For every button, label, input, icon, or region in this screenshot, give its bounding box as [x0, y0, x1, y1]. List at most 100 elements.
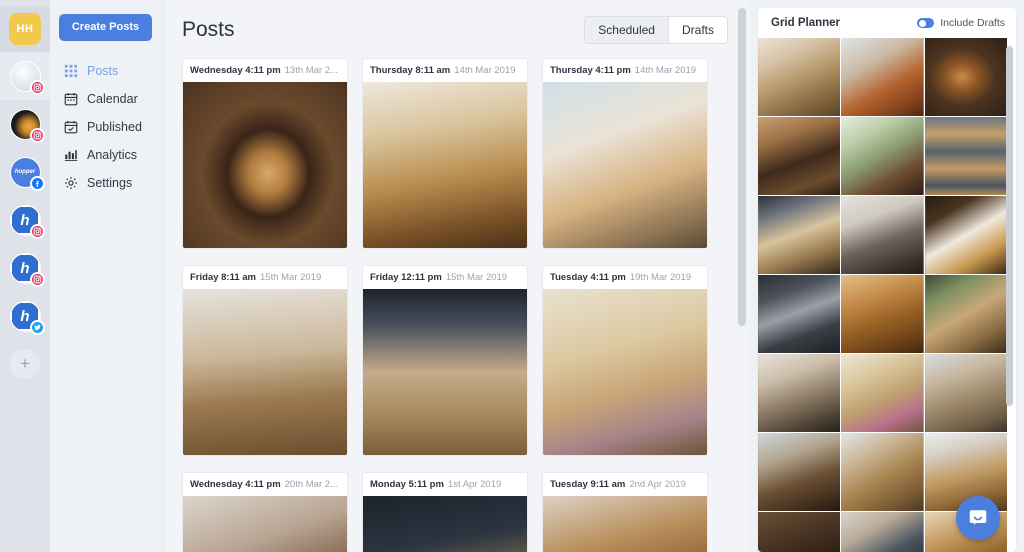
account-icon-1[interactable] [0, 52, 50, 100]
account-photo-1 [9, 60, 45, 95]
posts-grid: Wednesday 4:11 pm 13th Mar 2... Thursday 8… [165, 52, 734, 552]
post-card[interactable]: Friday 8:11 am 15th Mar 2019 [182, 265, 348, 456]
post-image[interactable] [183, 496, 347, 552]
post-card[interactable]: Wednesday 4:11 pm 20th Mar 2... [182, 472, 348, 552]
posts-scrollbar-thumb[interactable] [738, 8, 746, 326]
sidebar-item-published[interactable]: Published [50, 113, 164, 141]
post-date: 19th Mar 2019 [629, 272, 692, 283]
sidebar-item-label: Analytics [87, 148, 138, 162]
grid-planner-cell[interactable] [841, 117, 924, 195]
grid-planner-scrollbar[interactable] [1006, 46, 1013, 518]
post-card[interactable]: Thursday 4:11 pm 14th Mar 2019 [542, 58, 708, 249]
account-photo-2 [9, 108, 45, 143]
post-image[interactable] [183, 289, 347, 455]
grid-planner-cell[interactable] [924, 196, 1007, 274]
account-photo-5: h [9, 252, 45, 287]
grid-planner-cell[interactable] [841, 38, 924, 116]
toggle-switch-icon[interactable] [917, 18, 935, 28]
sidebar-item-calendar[interactable]: Calendar [50, 85, 164, 113]
sidebar-item-label: Settings [87, 176, 133, 190]
grid-planner-grid [758, 38, 1016, 552]
grid-planner-cell[interactable] [758, 117, 841, 195]
sidebar-item-settings[interactable]: Settings [50, 169, 164, 197]
grid-planner-cell[interactable] [841, 512, 924, 552]
post-day-time: Friday 8:11 am [190, 272, 257, 283]
post-day-time: Monday 5:11 pm [370, 479, 444, 490]
post-card[interactable]: Monday 5:11 pm 1st Apr 2019 [362, 472, 528, 552]
post-card-header: Tuesday 4:11 pm 19th Mar 2019 [543, 266, 707, 289]
post-card[interactable]: Wednesday 4:11 pm 13th Mar 2... [182, 58, 348, 249]
grid-planner-cell[interactable] [758, 512, 841, 552]
post-date: 2nd Apr 2019 [629, 479, 686, 490]
grid-planner-pane: Grid Planner Include Drafts [750, 0, 1024, 552]
grid-planner-scrollbar-thumb[interactable] [1006, 46, 1013, 406]
post-card-header: Tuesday 9:11 am 2nd Apr 2019 [543, 473, 707, 496]
account-icon-3[interactable]: hopper [0, 148, 50, 196]
workspace-avatar-cell[interactable]: HH [0, 6, 50, 52]
grid-planner-cell[interactable] [924, 38, 1007, 116]
post-date: 14th Mar 2019 [454, 65, 516, 76]
post-status-tabs: Scheduled Drafts [584, 16, 728, 44]
post-image[interactable] [183, 82, 347, 248]
grid-planner-cell[interactable] [841, 433, 924, 511]
grid-planner-cell[interactable] [924, 275, 1007, 353]
sidebar-item-label: Calendar [87, 92, 138, 106]
post-image[interactable] [363, 289, 527, 455]
chat-widget-button[interactable] [956, 496, 1000, 540]
grid-planner-cell[interactable] [758, 38, 841, 116]
post-day-time: Wednesday 4:11 pm [190, 65, 281, 76]
account-photo-4: h [9, 204, 45, 239]
sidebar-item-posts[interactable]: Posts [50, 57, 164, 85]
include-drafts-toggle[interactable]: Include Drafts [917, 17, 1005, 29]
grid-planner-cell[interactable] [924, 354, 1007, 432]
include-drafts-label: Include Drafts [940, 17, 1005, 29]
grid-planner-cell[interactable] [841, 354, 924, 432]
account-icon-2[interactable] [0, 100, 50, 148]
post-card[interactable]: Thursday 8:11 am 14th Mar 2019 [362, 58, 528, 249]
post-image[interactable] [363, 496, 527, 552]
account-photo-6: h [9, 300, 45, 335]
grid-planner-cell[interactable] [841, 275, 924, 353]
account-icon-4[interactable]: h [0, 196, 50, 244]
account-icon-6[interactable]: h [0, 292, 50, 340]
grid-planner-cell[interactable] [758, 196, 841, 274]
tab-drafts[interactable]: Drafts [667, 17, 727, 43]
gear-icon [64, 176, 78, 190]
tab-scheduled[interactable]: Scheduled [585, 17, 668, 43]
post-image[interactable] [543, 289, 707, 455]
posts-scrollbar[interactable] [738, 0, 746, 552]
post-card-header: Friday 8:11 am 15th Mar 2019 [183, 266, 347, 289]
posts-panel: Posts Scheduled Drafts Wednesday 4:11 pm… [165, 0, 750, 552]
post-image[interactable] [363, 82, 527, 248]
post-card-header: Thursday 4:11 pm 14th Mar 2019 [543, 59, 707, 82]
grid-planner: Grid Planner Include Drafts [758, 8, 1016, 552]
post-card-header: Friday 12:11 pm 15th Mar 2019 [363, 266, 527, 289]
grid-planner-cell[interactable] [758, 275, 841, 353]
app-root: HH hopper h h h + Create Posts Posts Cal… [0, 0, 1024, 552]
grid-planner-cell[interactable] [924, 117, 1007, 195]
post-card[interactable]: Tuesday 4:11 pm 19th Mar 2019 [542, 265, 708, 456]
account-icon-5[interactable]: h [0, 244, 50, 292]
grid-icon [64, 64, 78, 78]
grid-planner-cell[interactable] [841, 196, 924, 274]
twitter-badge-icon [29, 319, 45, 335]
post-image[interactable] [543, 496, 707, 552]
add-account-button[interactable]: + [0, 340, 50, 388]
bar-chart-icon [64, 148, 78, 162]
instagram-badge-icon [29, 79, 45, 95]
grid-planner-title: Grid Planner [771, 17, 841, 29]
grid-planner-cell[interactable] [758, 433, 841, 511]
avatar: HH [9, 13, 41, 45]
account-rail: HH hopper h h h + [0, 0, 50, 552]
facebook-badge-icon [29, 175, 45, 191]
grid-planner-cell[interactable] [758, 354, 841, 432]
create-posts-button[interactable]: Create Posts [59, 14, 152, 41]
post-day-time: Thursday 8:11 am [370, 65, 451, 76]
sidebar-item-analytics[interactable]: Analytics [50, 141, 164, 169]
post-card[interactable]: Tuesday 9:11 am 2nd Apr 2019 [542, 472, 708, 552]
page-title: Posts [182, 18, 235, 41]
post-day-time: Tuesday 9:11 am [550, 479, 626, 490]
post-card-header: Wednesday 4:11 pm 13th Mar 2... [183, 59, 347, 82]
post-card[interactable]: Friday 12:11 pm 15th Mar 2019 [362, 265, 528, 456]
post-image[interactable] [543, 82, 707, 248]
